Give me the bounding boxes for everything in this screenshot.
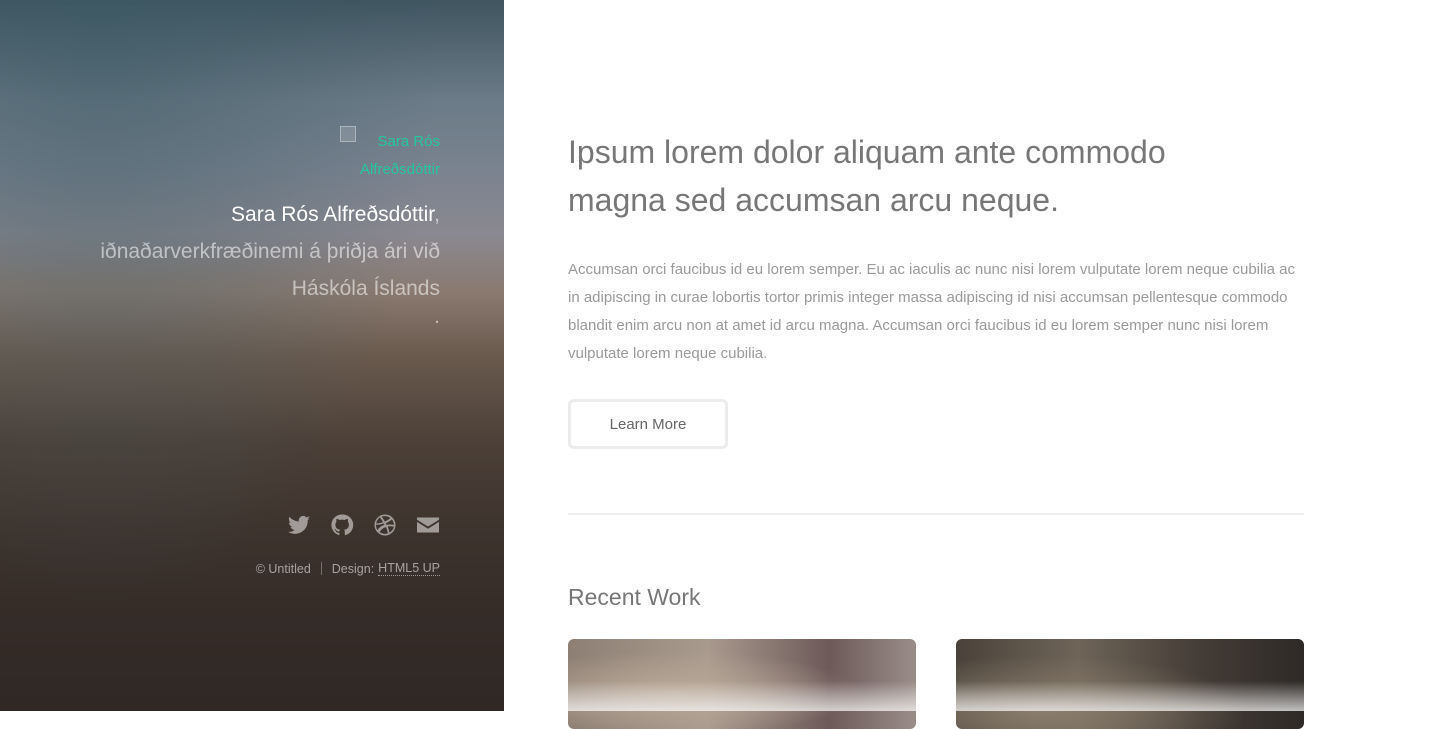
intro-period: . — [434, 305, 440, 328]
work-thumbnail[interactable] — [568, 639, 916, 729]
broken-image-icon — [340, 126, 356, 142]
learn-more-button[interactable]: Learn More — [568, 399, 728, 449]
page-headline: Ipsum lorem dolor aliquam ante commodo m… — [568, 134, 1166, 218]
twitter-icon[interactable] — [287, 511, 311, 539]
author-tagline: iðnaðarverkfræðinemi á þriðja ári við Há… — [100, 240, 440, 300]
intro-comma: , — [434, 203, 440, 226]
sidebar-footer: © Untitled Design: HTML5 UP — [256, 561, 440, 576]
social-icons — [287, 511, 440, 539]
section-divider — [568, 513, 1304, 515]
copyright-text: © Untitled — [255, 561, 311, 576]
github-icon[interactable] — [330, 511, 354, 539]
recent-work-title: Recent Work — [568, 584, 701, 610]
design-credit-link[interactable]: HTML5 UP — [378, 561, 440, 576]
sidebar: Sara Rós Alfreðsdóttir Sara Rós Alfreðsd… — [0, 0, 504, 711]
intro-paragraph: Accumsan orci faucibus id eu lorem sempe… — [568, 261, 1296, 362]
footer-divider — [320, 562, 322, 575]
design-label: Design: — [331, 561, 375, 576]
avatar[interactable]: Sara Rós Alfreðsdóttir — [340, 126, 440, 182]
dribbble-icon[interactable] — [373, 511, 397, 539]
intro-text: Sara Rós Alfreðsdóttir, iðnaðarverkfræði… — [100, 196, 440, 307]
sidebar-header: Sara Rós Alfreðsdóttir Sara Rós Alfreðsd… — [100, 126, 440, 327]
envelope-icon[interactable] — [416, 511, 440, 539]
author-name: Sara Rós Alfreðsdóttir — [231, 203, 435, 226]
work-thumbnail[interactable] — [956, 639, 1304, 729]
